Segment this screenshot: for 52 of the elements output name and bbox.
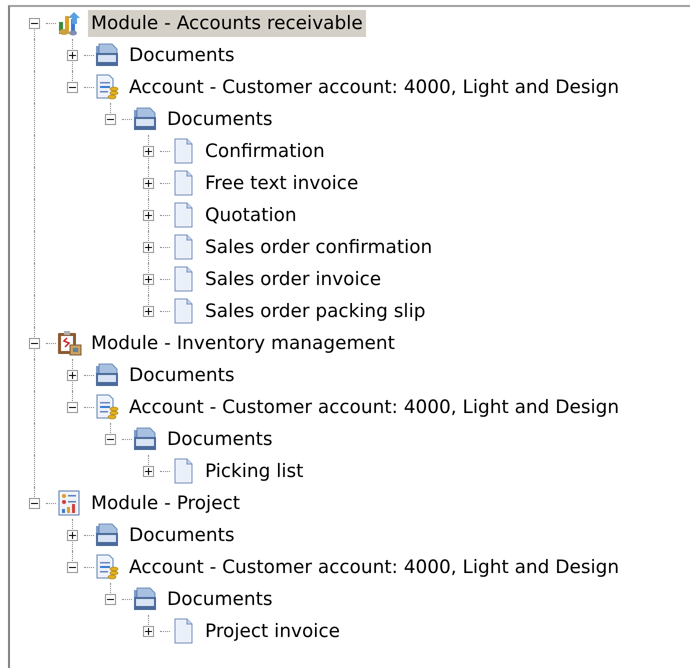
expand-toggle[interactable]: [105, 434, 116, 444]
account-icon: [94, 554, 120, 580]
expand-toggle[interactable]: [143, 178, 154, 188]
expand-toggle[interactable]: [67, 82, 78, 92]
tree-item[interactable]: Documents: [126, 362, 238, 388]
documents-icon: [94, 42, 120, 68]
expand-toggle[interactable]: [67, 530, 78, 540]
documents-icon: [94, 522, 120, 548]
expand-toggle[interactable]: [143, 146, 154, 156]
expand-toggle[interactable]: [67, 402, 78, 412]
expand-toggle[interactable]: [67, 370, 78, 380]
tree-item[interactable]: Documents: [126, 42, 238, 68]
tree-item[interactable]: Documents: [164, 586, 276, 612]
expand-toggle[interactable]: [143, 242, 154, 252]
expand-toggle[interactable]: [29, 498, 40, 508]
tree-item[interactable]: Module - Project: [88, 490, 244, 516]
expand-toggle[interactable]: [143, 466, 154, 476]
tree-item[interactable]: Free text invoice: [202, 170, 362, 196]
tree-item[interactable]: Module - Accounts receivable: [88, 10, 366, 36]
expand-toggle[interactable]: [143, 626, 154, 636]
tree-item[interactable]: Account - Customer account: 4000, Light and Design: [126, 74, 622, 100]
expand-toggle[interactable]: [143, 274, 154, 284]
account-icon: [94, 74, 120, 100]
expand-toggle[interactable]: [143, 306, 154, 316]
tree-item[interactable]: Confirmation: [202, 138, 328, 164]
tree-item[interactable]: Module - Inventory management: [88, 330, 398, 356]
report-icon: [56, 490, 82, 516]
expand-toggle[interactable]: [29, 18, 40, 28]
tree-item[interactable]: Account - Customer account: 4000, Light and Design: [126, 394, 622, 420]
tree-item[interactable]: Quotation: [202, 202, 300, 228]
tree-item[interactable]: Picking list: [202, 458, 306, 484]
tree-item[interactable]: Sales order confirmation: [202, 234, 436, 260]
expand-toggle[interactable]: [67, 562, 78, 572]
expand-toggle[interactable]: [105, 594, 116, 604]
tree-item[interactable]: Documents: [164, 426, 276, 452]
expand-toggle[interactable]: [143, 210, 154, 220]
tree-item[interactable]: Sales order packing slip: [202, 298, 428, 324]
expand-toggle[interactable]: [105, 114, 116, 124]
tree-item[interactable]: Account - Customer account: 4000, Light and Design: [126, 554, 622, 580]
documents-icon: [94, 362, 120, 388]
tree-item[interactable]: Documents: [164, 106, 276, 132]
tree-item[interactable]: Documents: [126, 522, 238, 548]
documents-icon: [132, 426, 158, 452]
chart-icon: [56, 10, 82, 36]
clipboard-icon: [56, 330, 82, 356]
tree-item[interactable]: Sales order invoice: [202, 266, 384, 292]
expand-toggle[interactable]: [67, 50, 78, 60]
documents-icon: [132, 106, 158, 132]
expand-toggle[interactable]: [29, 338, 40, 348]
tree-item[interactable]: Project invoice: [202, 618, 344, 644]
documents-icon: [132, 586, 158, 612]
account-icon: [94, 394, 120, 420]
